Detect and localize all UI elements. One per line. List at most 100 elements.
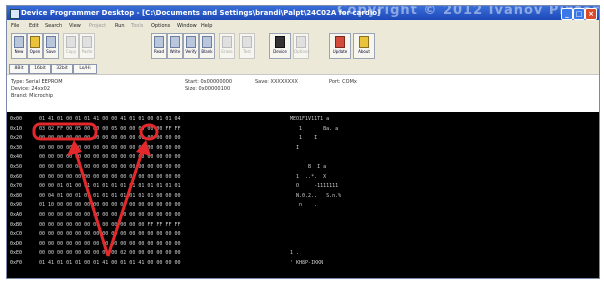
blank-label: Blank (201, 49, 213, 54)
menu-view[interactable]: View (69, 23, 81, 29)
open-button[interactable]: Open (27, 33, 43, 59)
hex-address: 0x30 (10, 144, 23, 151)
erase-label: Erase (221, 49, 233, 54)
menu-options[interactable]: Options (151, 23, 170, 29)
paste-button[interactable]: Paste (79, 33, 95, 59)
hex-row[interactable]: 0x20 00 00 00 00 00 00 00 00 00 00 00 00 … (7, 134, 599, 142)
tab-16bit[interactable]: 16bit (29, 64, 51, 74)
test-icon (242, 36, 252, 48)
hex-row[interactable]: 0xD0 00 00 00 00 00 00 00 00 00 00 00 00 … (7, 240, 599, 248)
new-file-icon (14, 36, 24, 48)
maximize-button[interactable]: □ (573, 8, 585, 20)
device-label: Device (273, 49, 287, 54)
hex-row[interactable]: 0x90 01 10 00 00 00 00 00 00 00 00 00 00 … (7, 201, 599, 209)
hex-ascii: ' KH8P-IKKN (290, 260, 324, 266)
hex-row[interactable]: 0xC0 00 00 00 00 00 00 00 00 00 00 00 00 … (7, 230, 599, 238)
menu-edit[interactable]: Edit (29, 23, 39, 29)
verify-icon (186, 36, 196, 48)
menu-bar: File Edit Search View Project Run Tools … (7, 21, 599, 31)
hex-ascii: MEO1F1V11T1 a (290, 116, 330, 122)
menu-file[interactable]: File (11, 23, 19, 29)
hex-row[interactable]: 0x70 00 00 01 01 00 01 01 01 01 01 01 01 … (7, 182, 599, 190)
menu-tools[interactable]: Tools (131, 23, 143, 29)
hex-address: 0x80 (10, 192, 23, 199)
hex-bytes[interactable]: 00 00 00 00 00 00 00 00 00 00 00 00 FF F… (39, 221, 180, 229)
hex-address: 0xE0 (10, 250, 23, 257)
hex-address: 0x70 (10, 183, 23, 190)
hex-bytes[interactable]: 01 10 00 00 00 00 00 00 00 00 00 00 00 0… (39, 201, 180, 209)
toolbar: New Open Save Copy Paste Read Write Veri… (7, 32, 599, 62)
write-button[interactable]: Write (167, 33, 183, 59)
menu-project[interactable]: Project (89, 23, 106, 29)
hex-ascii: 1 I (290, 135, 318, 142)
menu-search[interactable]: Search (45, 23, 62, 29)
hex-row[interactable]: 0x10 03 02 FF 00 05 00 00 00 05 00 00 00 … (7, 125, 599, 133)
menu-run[interactable]: Run (115, 23, 125, 29)
hex-row[interactable]: 0x60 00 00 00 00 00 00 00 00 00 00 00 00 … (7, 173, 599, 181)
device-button[interactable]: Device (269, 33, 291, 59)
test-button[interactable]: Test (239, 33, 255, 59)
hex-address: 0xF0 (10, 260, 23, 266)
hex-bytes[interactable]: 00 00 00 00 00 00 00 00 00 00 00 00 00 0… (39, 163, 180, 171)
hex-bytes[interactable]: 00 00 00 00 00 00 00 00 00 00 00 00 00 0… (39, 240, 180, 248)
erase-button[interactable]: Erase (219, 33, 235, 59)
hex-address: 0x20 (10, 135, 23, 142)
hex-ascii: 1 ..*. X (290, 173, 327, 180)
about-button[interactable]: About (353, 33, 375, 59)
hex-bytes[interactable]: 00 00 00 00 00 00 00 00 00 00 00 00 00 0… (39, 144, 180, 152)
hex-row[interactable]: 0x30 00 00 00 00 00 00 00 00 00 00 00 00 … (7, 144, 599, 152)
hex-address: 0xB0 (10, 221, 23, 228)
hex-bytes[interactable]: 01 41 01 01 01 00 01 41 00 01 01 41 00 0… (39, 259, 180, 267)
hex-bytes[interactable]: 00 00 00 00 00 00 00 00 00 00 00 00 00 0… (39, 153, 180, 161)
read-button[interactable]: Read (151, 33, 167, 59)
options-button[interactable]: Options (293, 33, 309, 59)
hex-row[interactable]: 0xF0 01 41 01 01 01 00 01 41 00 01 01 41 … (7, 259, 599, 267)
hex-ascii: I (290, 144, 300, 151)
hex-address: 0x10 (10, 125, 23, 132)
hex-row[interactable]: 0xA0 00 00 00 00 00 00 00 00 00 00 00 00 … (7, 211, 599, 219)
save-value: Save: XXXXXXXX (255, 79, 298, 85)
hex-row[interactable]: 0xB0 00 00 00 00 00 00 00 00 00 00 00 00 … (7, 221, 599, 229)
hex-row[interactable]: 0x40 00 00 00 00 00 00 00 00 00 00 00 00 … (7, 153, 599, 161)
blank-button[interactable]: Blank (199, 33, 215, 59)
hex-ascii: n . (290, 202, 318, 209)
new-button[interactable]: New (11, 33, 27, 59)
hex-bytes[interactable]: 03 02 FF 00 05 00 00 00 05 00 00 00 00 0… (39, 125, 180, 133)
menu-help[interactable]: Help (201, 23, 212, 29)
hex-row[interactable]: 0x80 00 04 01 00 01 01 01 01 01 01 01 01 … (7, 192, 599, 200)
hex-bytes[interactable]: 00 00 01 01 00 01 01 01 01 01 01 01 01 0… (39, 182, 180, 190)
hex-bytes[interactable]: 00 00 00 00 00 00 00 00 00 00 00 00 00 0… (39, 211, 180, 219)
hex-row[interactable]: 0xE0 00 00 00 00 00 00 00 00 00 02 00 00 … (7, 249, 599, 257)
hex-bytes[interactable]: 00 00 00 00 00 00 00 00 00 02 00 00 00 0… (39, 249, 180, 257)
hex-bytes[interactable]: 00 04 01 00 01 01 01 01 01 01 01 01 01 0… (39, 192, 180, 200)
menu-window[interactable]: Window (177, 23, 197, 29)
hex-ascii: 1 Ba. a (290, 125, 339, 132)
device-icon (275, 36, 285, 48)
tab-8bit[interactable]: 8Bit (9, 64, 29, 74)
update-button[interactable]: Update (329, 33, 351, 59)
hex-row[interactable]: 0x50 00 00 00 00 00 00 00 00 00 00 00 00 … (7, 163, 599, 171)
title-bar[interactable]: Device Programmer Desktop - [C:\Document… (7, 6, 599, 20)
tab-lohi[interactable]: Lo/Hi (73, 64, 97, 74)
hex-address: 0xD0 (10, 240, 23, 247)
close-button[interactable]: × (585, 8, 597, 20)
hex-bytes[interactable]: 00 00 00 00 00 00 00 00 00 00 00 00 00 0… (39, 230, 180, 238)
hex-bytes[interactable]: 01 41 01 00 01 01 41 00 00 41 01 01 00 0… (39, 115, 180, 123)
port-value: Port: COMx (329, 79, 357, 85)
hex-ascii: B I a (290, 164, 327, 170)
paste-icon (82, 36, 92, 48)
copy-button[interactable]: Copy (63, 33, 79, 59)
hex-address: 0xA0 (10, 212, 23, 218)
save-button[interactable]: Save (43, 33, 59, 59)
hex-dump-panel[interactable]: 0x00 01 41 01 00 01 01 41 00 00 41 01 01 … (7, 112, 599, 278)
hex-bytes[interactable]: 00 00 00 00 00 00 00 00 00 00 00 00 00 0… (39, 173, 180, 181)
hex-bytes[interactable]: 00 00 00 00 00 00 00 00 00 00 00 00 00 0… (39, 134, 180, 142)
tab-32bit[interactable]: 32bit (51, 64, 73, 74)
window-title: Device Programmer Desktop - [C:\Document… (21, 9, 381, 17)
hex-row[interactable]: 0x00 01 41 01 00 01 01 41 00 00 41 01 01 … (7, 115, 599, 123)
verify-button[interactable]: Verify (183, 33, 199, 59)
minimize-button[interactable]: _ (561, 8, 573, 20)
test-label: Test (243, 49, 251, 54)
hex-ascii: O -1111111 (290, 183, 339, 190)
blank-check-icon (202, 36, 212, 48)
